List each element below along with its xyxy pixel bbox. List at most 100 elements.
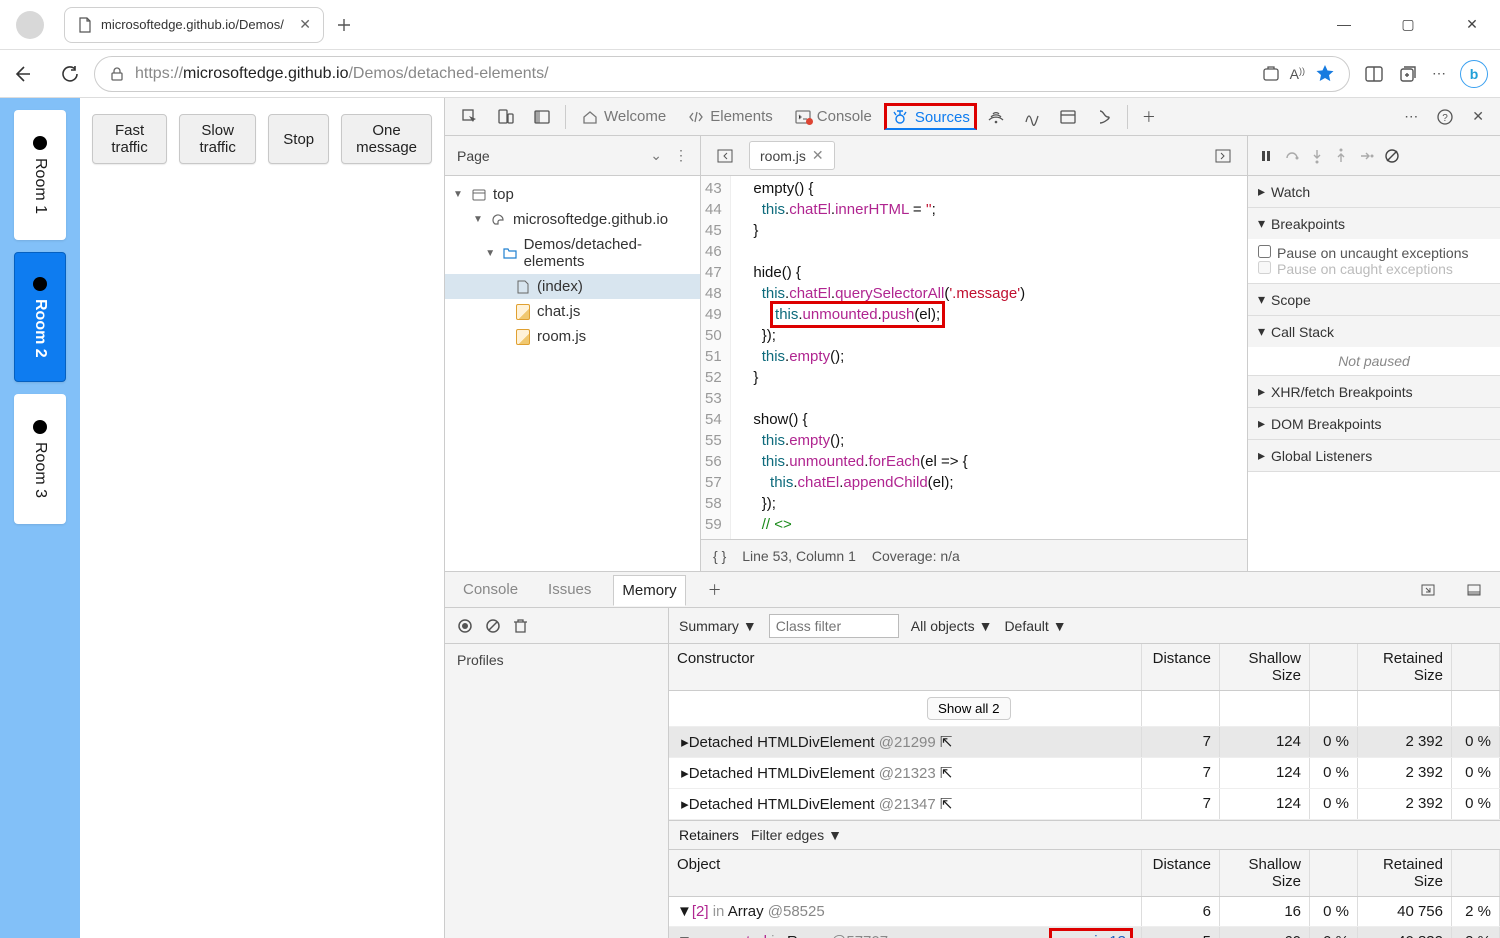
dom-bp-section[interactable]: ▸DOM Breakpoints <box>1248 408 1500 439</box>
heap-row[interactable]: ▸Detached HTMLDivElement @21299 ⇱ 71240 … <box>669 727 1500 758</box>
brackets-icon[interactable]: { } <box>713 548 726 564</box>
global-listeners-section[interactable]: ▸Global Listeners <box>1248 440 1500 471</box>
filter-edges-select[interactable]: Filter edges ▼ <box>751 827 842 843</box>
col-constructor[interactable]: Constructor <box>669 644 1142 690</box>
more-icon[interactable]: ⋯ <box>1396 102 1426 131</box>
record-icon[interactable] <box>457 618 473 634</box>
xhr-section[interactable]: ▸XHR/fetch Breakpoints <box>1248 376 1500 407</box>
settings-menu-icon[interactable]: ⋯ <box>1432 65 1446 82</box>
navigator-tab-page[interactable]: Page <box>457 148 650 164</box>
toggle-debugger-icon[interactable] <box>1207 142 1239 170</box>
new-tab-button[interactable] <box>332 13 356 37</box>
col-distance[interactable]: Distance <box>1142 644 1220 690</box>
drawer-add-tab-icon[interactable]: ＋ <box>700 574 730 606</box>
col-object[interactable]: Object <box>669 850 1142 896</box>
room-1[interactable]: Room 1 <box>14 110 66 240</box>
close-button[interactable]: ✕ <box>1452 16 1492 33</box>
drawer-tab-memory[interactable]: Memory <box>613 575 685 606</box>
room-2[interactable]: Room 2 <box>14 252 66 382</box>
dock-icon[interactable] <box>1458 576 1490 604</box>
drawer-tab-console[interactable]: Console <box>455 575 526 604</box>
navigator-more-icon[interactable]: ⋮ <box>674 147 688 164</box>
status-position: Line 53, Column 1 <box>742 548 856 564</box>
help-icon[interactable]: ? <box>1428 102 1462 132</box>
device-icon[interactable] <box>489 102 523 132</box>
back-button[interactable] <box>12 64 32 84</box>
fast-traffic-button[interactable]: Fast traffic <box>92 114 167 164</box>
read-aloud-icon[interactable]: A)) <box>1290 66 1305 82</box>
slow-traffic-button[interactable]: Slow traffic <box>179 114 256 164</box>
drawer-tab-issues[interactable]: Issues <box>540 575 599 604</box>
watch-section[interactable]: ▸Watch <box>1248 176 1500 207</box>
tree-file-chat[interactable]: chat.js <box>445 299 700 324</box>
file-tab-roomjs[interactable]: room.js✕ <box>749 141 835 170</box>
close-file-icon[interactable]: ✕ <box>812 147 824 164</box>
col-shallow[interactable]: Shallow Size <box>1220 644 1310 690</box>
maximize-button[interactable]: ▢ <box>1388 16 1428 33</box>
retainer-row[interactable]: ▼[2] in Array @58525 6160 % 40 7562 % <box>669 897 1500 927</box>
tree-file-index[interactable]: (index) <box>445 274 700 299</box>
scope-section[interactable]: ▾Scope <box>1248 284 1500 315</box>
address-bar: https://microsoftedge.github.io/Demos/de… <box>0 50 1500 98</box>
heap-row[interactable]: ▸Detached HTMLDivElement @21347 ⇱ 71240 … <box>669 789 1500 820</box>
performance-icon[interactable] <box>1015 102 1049 132</box>
tree-folder[interactable]: ▼Demos/detached-elements <box>445 232 700 274</box>
tab-title: microsoftedge.github.io/Demos/ <box>101 17 291 32</box>
traffic-controls: Fast traffic Slow traffic Stop One messa… <box>92 114 432 164</box>
tree-file-room[interactable]: room.js <box>445 324 700 349</box>
breakpoints-section[interactable]: ▾Breakpoints <box>1248 208 1500 239</box>
code-area[interactable]: empty() { this.chatEl.innerHTML = ''; } … <box>731 176 1247 539</box>
profiles-label[interactable]: Profiles <box>445 644 668 676</box>
toggle-sidebar-icon[interactable] <box>525 102 559 132</box>
tab-welcome[interactable]: Welcome <box>572 102 676 131</box>
chevron-down-icon[interactable]: ⌄ <box>650 147 662 164</box>
profile-avatar[interactable] <box>16 11 44 39</box>
stop-button[interactable]: Stop <box>268 114 329 164</box>
application-icon[interactable] <box>1051 102 1085 132</box>
heap-row[interactable]: ▸Detached HTMLDivElement @21323 ⇱ 71240 … <box>669 758 1500 789</box>
css-overview-icon[interactable] <box>1087 102 1121 132</box>
source-link[interactable]: room.js:13 <box>1049 928 1133 938</box>
network-icon[interactable] <box>979 102 1013 132</box>
minimize-button[interactable]: — <box>1324 16 1364 33</box>
heap-snapshot-grid[interactable]: Constructor Distance Shallow Size Retain… <box>669 644 1500 938</box>
line-gutter: 4344454647484950515253545556575859 <box>701 176 731 539</box>
tab-console[interactable]: Console <box>785 102 882 131</box>
split-screen-icon[interactable] <box>1364 64 1384 84</box>
tab-sources[interactable]: Sources <box>884 103 977 130</box>
refresh-button[interactable] <box>60 64 80 84</box>
show-all-button[interactable]: Show all 2 <box>927 697 1011 720</box>
inspect-icon[interactable] <box>453 102 487 132</box>
bing-button[interactable]: b <box>1460 60 1488 88</box>
add-tab-icon[interactable]: ＋ <box>1134 101 1164 133</box>
tree-top[interactable]: ▼top <box>445 182 700 207</box>
pause-icon[interactable] <box>1258 148 1274 164</box>
tree-host[interactable]: ▼microsoftedge.github.io <box>445 207 700 232</box>
expand-drawer-icon[interactable] <box>1412 576 1444 604</box>
tab-close-icon[interactable]: ✕ <box>299 16 311 33</box>
callstack-section[interactable]: ▾Call Stack <box>1248 316 1500 347</box>
deactivate-breakpoints-icon[interactable] <box>1384 148 1400 164</box>
browser-tab[interactable]: microsoftedge.github.io/Demos/ ✕ <box>64 7 324 43</box>
close-devtools-icon[interactable]: ✕ <box>1464 102 1492 131</box>
room-3[interactable]: Room 3 <box>14 394 66 524</box>
delete-icon[interactable] <box>513 618 528 634</box>
url-input[interactable]: https://microsoftedge.github.io/Demos/de… <box>94 56 1350 92</box>
default-select[interactable]: Default ▼ <box>1004 618 1066 634</box>
step-over-icon <box>1284 148 1300 164</box>
clear-icon[interactable] <box>485 618 501 634</box>
retainer-row[interactable]: ▼unmounted in Room @57707 room.js:13 560… <box>669 927 1500 938</box>
summary-select[interactable]: Summary ▼ <box>679 618 757 634</box>
col-retained[interactable]: Retained Size <box>1358 644 1452 690</box>
page-icon <box>77 17 93 33</box>
class-filter-input[interactable] <box>769 614 899 638</box>
all-objects-select[interactable]: All objects ▼ <box>911 618 993 634</box>
tab-elements[interactable]: Elements <box>678 102 783 131</box>
pause-uncaught-checkbox[interactable]: Pause on uncaught exceptions <box>1258 245 1490 261</box>
collections-icon[interactable] <box>1398 64 1418 84</box>
one-message-button[interactable]: One message <box>341 114 432 164</box>
browser-tab-strip: microsoftedge.github.io/Demos/ ✕ — ▢ ✕ <box>0 0 1500 50</box>
app-icon[interactable] <box>1262 65 1280 83</box>
toggle-nav-icon[interactable] <box>709 142 741 170</box>
favorite-icon[interactable] <box>1315 64 1335 84</box>
